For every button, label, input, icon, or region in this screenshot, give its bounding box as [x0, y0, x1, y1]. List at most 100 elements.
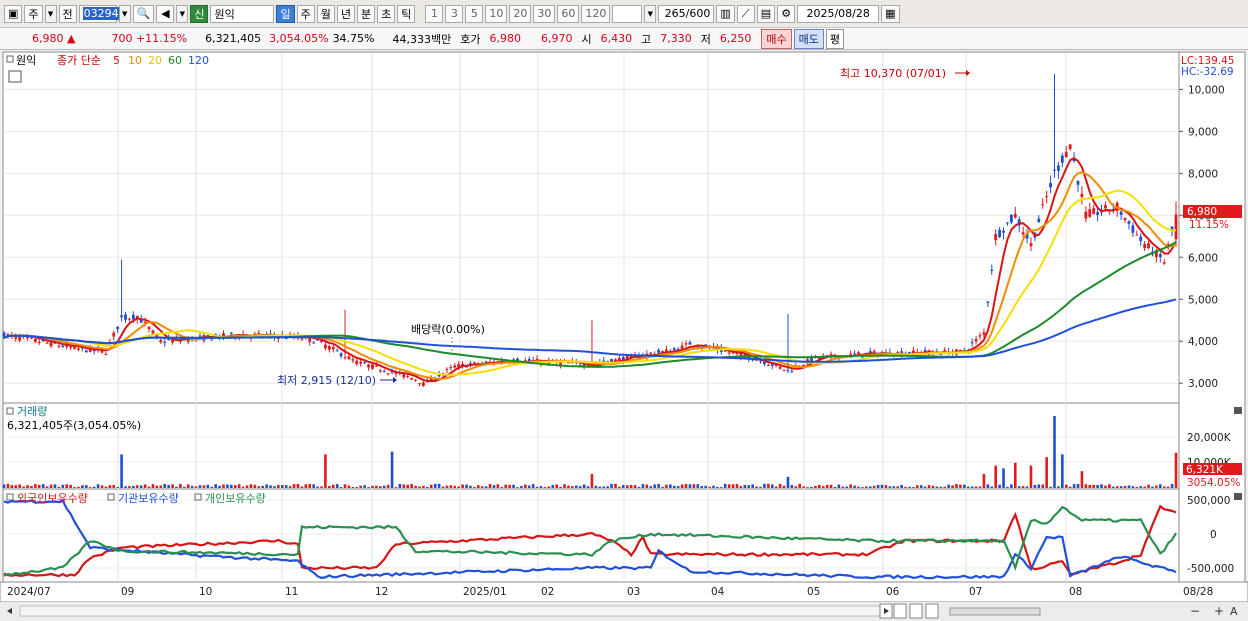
candle-body [1053, 169, 1056, 171]
candle-body [1092, 208, 1096, 215]
line-tool-icon[interactable]: ⟋ [736, 4, 755, 23]
new-badge[interactable]: 신 [190, 4, 209, 23]
period-second[interactable]: 초 [377, 4, 396, 23]
font-size-icon[interactable]: A [1230, 605, 1238, 618]
volume-bar [755, 486, 758, 488]
market-select[interactable]: 주 [24, 4, 43, 23]
candle-body [1143, 243, 1147, 249]
volume-panel-close-icon[interactable] [1234, 407, 1242, 414]
minute-1[interactable]: 1 [425, 4, 444, 23]
candle-body [104, 354, 108, 356]
table-toggle-icon[interactable] [8, 70, 22, 83]
volume-bar [316, 486, 319, 488]
minute-10[interactable]: 10 [485, 4, 508, 23]
volume-bar [947, 484, 950, 488]
zoom-in-icon[interactable]: − [1190, 604, 1200, 618]
eval-button[interactable]: 평 [825, 28, 844, 49]
prev-button[interactable]: 전 [58, 4, 77, 23]
volume-bar [955, 484, 958, 488]
scroll-track[interactable] [19, 605, 891, 617]
chevron-down-icon[interactable]: ▼ [44, 4, 57, 23]
code-dropdown-icon[interactable]: ▼ [118, 4, 131, 23]
price-change: 700 +11.15% [81, 32, 193, 45]
x-axis-label-11: 07 [969, 586, 982, 598]
volume-bar [57, 486, 61, 488]
volume-bar [1092, 484, 1095, 488]
candle-body [1104, 205, 1107, 209]
buy-button[interactable]: 매수 [761, 28, 792, 49]
sell-button[interactable]: 매도 [793, 28, 824, 49]
volume-bar [978, 486, 982, 488]
volume-bar [1088, 484, 1092, 488]
minute-60[interactable]: 60 [557, 4, 580, 23]
stock-chart[interactable]: 2024/07 09 10 11 12 2025/01 02 03 04 05 06 07 08 08/2… [0, 50, 1248, 621]
x-axis-label-0: 2024/07 [7, 586, 51, 598]
save-icon[interactable]: ▤ [756, 4, 776, 23]
up-arrow-icon: ▲ [67, 32, 76, 45]
volume-bar [453, 485, 457, 488]
volume-bar [810, 486, 813, 488]
volume-bar [1064, 484, 1068, 488]
current-price: 6,980 ▲ [6, 32, 81, 45]
speaker-icon[interactable]: ◀ [156, 4, 175, 23]
speaker-dropdown-icon[interactable]: ▼ [176, 4, 189, 23]
calendar-icon[interactable]: ▦ [881, 4, 900, 23]
candle-body [657, 349, 660, 353]
volume-bar [277, 484, 280, 488]
volume-bar [915, 485, 919, 488]
candle-body [418, 383, 421, 385]
next-page-button[interactable] [925, 603, 939, 619]
volume-bar [473, 487, 476, 488]
volume-bar [1119, 486, 1123, 488]
volume-bar [527, 485, 531, 488]
period-year[interactable]: 년 [336, 4, 355, 23]
volume-bar [857, 486, 860, 488]
first-page-button[interactable] [893, 603, 907, 619]
date-field[interactable]: 2025/08/28 [797, 4, 880, 23]
volume-bar [371, 485, 374, 488]
period-day[interactable]: 일 [276, 4, 295, 23]
price-panel[interactable] [2, 51, 1180, 404]
candle-body [163, 342, 167, 344]
candle-body [198, 335, 202, 337]
prev-page-button[interactable] [909, 603, 923, 619]
candle-style-icon[interactable]: ▥ [716, 4, 735, 23]
stock-code-input[interactable]: 032940 [78, 4, 127, 23]
data-count-field[interactable]: 265/600 [658, 4, 715, 23]
volume-bar [492, 485, 496, 488]
price-value: 6,980 [32, 32, 64, 45]
layout-icon[interactable]: ▣ [4, 4, 23, 23]
volume-bar [1045, 457, 1048, 488]
volume-bar [743, 484, 747, 488]
volume-bar [880, 484, 884, 488]
candle-body [351, 359, 355, 361]
volume-bar [163, 484, 167, 488]
period-tick[interactable]: 틱 [397, 4, 416, 23]
candle-body [374, 365, 378, 367]
gear-icon[interactable]: ⚙ [777, 4, 796, 23]
search-icon[interactable]: 🔍 [132, 4, 155, 23]
candle-body [1045, 196, 1049, 198]
period-month[interactable]: 월 [316, 4, 335, 23]
volume-bar [739, 486, 743, 488]
volume-bar [1084, 484, 1088, 488]
volume-bar [767, 483, 770, 488]
volume-bar [1049, 486, 1052, 488]
volume-bar [335, 484, 339, 488]
minute-20[interactable]: 20 [509, 4, 532, 23]
minute-30[interactable]: 30 [533, 4, 556, 23]
minute-custom-field[interactable] [612, 4, 643, 23]
period-week[interactable]: 주 [296, 4, 315, 23]
volume-bar [171, 484, 174, 488]
minute-3[interactable]: 3 [445, 4, 464, 23]
stock-name-field[interactable]: 원익 [210, 4, 275, 23]
period-minute[interactable]: 분 [356, 4, 376, 23]
holding-panel-close-icon[interactable] [1234, 493, 1242, 500]
minute-120[interactable]: 120 [581, 4, 611, 23]
volume-bar [488, 484, 492, 488]
volume-bar [974, 486, 978, 488]
minute-5[interactable]: 5 [465, 4, 484, 23]
zoom-slider[interactable] [949, 607, 1041, 616]
zoom-out-icon[interactable]: + [1214, 604, 1224, 618]
minute-dropdown-icon[interactable]: ▼ [644, 4, 657, 23]
